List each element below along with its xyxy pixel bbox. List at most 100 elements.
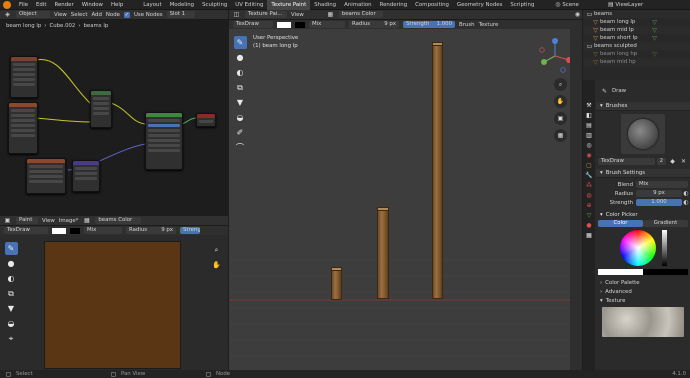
brush-name-field[interactable]: TexDraw: [598, 157, 655, 165]
normal-map-node[interactable]: [26, 158, 66, 194]
tab-sculpting[interactable]: Sculpting: [198, 0, 231, 10]
camera-view-icon[interactable]: ▣: [554, 112, 567, 125]
scene-name[interactable]: Scene: [562, 2, 606, 8]
zoom-icon[interactable]: ⌕: [211, 245, 222, 256]
object-tab-icon[interactable]: ▢: [585, 161, 594, 170]
menu-render[interactable]: Render: [50, 0, 77, 10]
primary-color-swatch[interactable]: [598, 269, 643, 275]
data-tab-icon[interactable]: ▽: [585, 211, 594, 220]
beam-mid[interactable]: [377, 209, 389, 299]
tab-layout[interactable]: Layout: [139, 0, 165, 10]
soften-brush-icon[interactable]: ●: [5, 257, 18, 270]
color-swatch-secondary[interactable]: [70, 227, 80, 234]
menu-edit[interactable]: Edit: [32, 0, 50, 10]
texture-coordinate-node[interactable]: [10, 56, 38, 98]
constraints-tab-icon[interactable]: ⊕: [585, 201, 594, 210]
texture-menu[interactable]: Texture: [479, 22, 499, 28]
blend-dropdown[interactable]: Mix: [84, 227, 122, 234]
blender-logo-icon[interactable]: [3, 0, 11, 9]
brush-users-count[interactable]: 2: [656, 157, 666, 165]
radius-slider[interactable]: Radius 9 px: [126, 227, 176, 234]
modifier-tab-icon[interactable]: 🔧: [585, 171, 594, 180]
outliner-row[interactable]: ▭ beams: [583, 10, 690, 18]
color-swatch-secondary[interactable]: [295, 21, 305, 28]
radius-slider[interactable]: 9 px: [636, 190, 682, 197]
color-picker-panel-header[interactable]: ▾ Color Picker: [596, 210, 690, 219]
world-tab-icon[interactable]: ◉: [585, 151, 594, 160]
image-texture-node[interactable]: [8, 102, 38, 154]
sample-color-icon[interactable]: ⌖: [5, 332, 18, 345]
texture-paint-mode-dropdown[interactable]: Texture Pai...: [245, 11, 287, 18]
radius-slider[interactable]: Radius 9 px: [349, 21, 399, 28]
blend-dropdown[interactable]: Mix: [309, 21, 345, 28]
texture-tab-icon[interactable]: ▦: [585, 231, 594, 240]
painted-image-canvas[interactable]: [44, 241, 181, 369]
brush-menu[interactable]: Brush: [459, 22, 475, 28]
view-layer-tab-icon[interactable]: ▥: [585, 131, 594, 140]
draw-brush-icon[interactable]: ✎: [4, 242, 18, 255]
bump-node[interactable]: [72, 160, 100, 192]
tool-tab-icon[interactable]: ⚒: [585, 101, 594, 110]
tab-shading[interactable]: Shading: [310, 0, 340, 10]
physics-tab-icon[interactable]: ◍: [585, 191, 594, 200]
tab-rendering[interactable]: Rendering: [376, 0, 412, 10]
viewport-overlay-icon[interactable]: ◉: [573, 11, 582, 19]
output-tab-icon[interactable]: ▤: [585, 121, 594, 130]
zoom-icon[interactable]: ⌕: [554, 78, 567, 91]
color-swatch[interactable]: [52, 227, 66, 234]
brush-preview[interactable]: [621, 114, 665, 154]
view-layer-name[interactable]: ViewLayer: [615, 2, 643, 8]
beam-short[interactable]: [331, 269, 342, 300]
fake-user-icon[interactable]: ◆: [668, 157, 677, 165]
outliner-row[interactable]: ▽ beam short lp ▽: [583, 34, 690, 42]
material-tab-icon[interactable]: ●: [585, 221, 594, 230]
color-tab[interactable]: Color: [598, 220, 643, 227]
mix-node[interactable]: [90, 90, 112, 128]
menu-help[interactable]: Help: [107, 0, 127, 10]
outliner-row[interactable]: ▽ beam long lp ▽: [583, 18, 690, 26]
tab-compositing[interactable]: Compositing: [411, 0, 453, 10]
clone-brush-icon[interactable]: ⧉: [5, 287, 18, 300]
blend-dropdown[interactable]: Mix: [636, 181, 688, 188]
principled-bsdf-node[interactable]: [145, 112, 183, 170]
color-palette-panel-header[interactable]: › Color Palette: [596, 278, 690, 287]
pressure-icon[interactable]: ◐: [682, 190, 690, 198]
beam-long[interactable]: [432, 44, 443, 299]
navigation-gizmo[interactable]: [535, 36, 575, 76]
brush-selector[interactable]: TexDraw: [233, 21, 273, 28]
tab-modeling[interactable]: Modeling: [166, 0, 199, 10]
hand-pan-icon[interactable]: ✋: [554, 95, 567, 108]
outliner-row[interactable]: ▽ beam long hp ▽: [583, 50, 690, 58]
particles-tab-icon[interactable]: ⁂: [585, 181, 594, 190]
menu-image[interactable]: Image*: [59, 218, 79, 224]
color-swatch[interactable]: [277, 21, 291, 28]
outliner-row[interactable]: ▭ beams sculpted: [583, 42, 690, 50]
pressure-icon[interactable]: ◐: [682, 199, 690, 207]
strength-slider[interactable]: 1.000: [636, 199, 682, 206]
brush-settings-panel-header[interactable]: ▾ Brush Settings: [596, 169, 690, 178]
render-tab-icon[interactable]: ◧: [585, 111, 594, 120]
outliner-row[interactable]: ▽ beam mid hp: [583, 58, 690, 66]
tab-scripting[interactable]: Scripting: [506, 0, 538, 10]
value-slider[interactable]: [661, 230, 667, 266]
menu-window[interactable]: Window: [78, 0, 107, 10]
fill-brush-icon[interactable]: ▼: [5, 302, 18, 315]
perspective-toggle-icon[interactable]: ▦: [554, 129, 567, 142]
menu-view[interactable]: View: [291, 12, 304, 18]
tab-texture-paint[interactable]: Texture Paint: [267, 0, 311, 10]
image-name-field[interactable]: beams Color: [338, 11, 383, 18]
unlink-icon[interactable]: ✕: [679, 157, 688, 165]
editor-type-icon[interactable]: ◫: [232, 11, 241, 19]
hand-pan-icon[interactable]: ✋: [211, 260, 222, 271]
3d-viewport[interactable]: ◫ Texture Pai... View ▦ beams Color ◉ Te…: [229, 10, 582, 370]
material-output-node[interactable]: [196, 113, 216, 127]
properties-editor[interactable]: ⚒ ◧ ▤ ▥ ◎ ◉ ▢ 🔧 ⁂ ◍ ⊕ ▽ ● ▦ ✎ Draw ▾ Bru…: [583, 80, 690, 370]
secondary-color-swatch[interactable]: [643, 269, 688, 275]
strength-slider[interactable]: Strengt: [180, 227, 200, 234]
texture-preview[interactable]: [602, 307, 684, 337]
color-wheel[interactable]: [619, 230, 656, 266]
outliner[interactable]: ▭ beams ▽ beam long lp ▽ ▽ beam mid lp ▽…: [583, 10, 690, 80]
texture-panel-header[interactable]: ▾ Texture: [596, 296, 690, 305]
mask-brush-icon[interactable]: ◒: [5, 317, 18, 330]
gradient-tab[interactable]: Gradient: [643, 220, 688, 227]
